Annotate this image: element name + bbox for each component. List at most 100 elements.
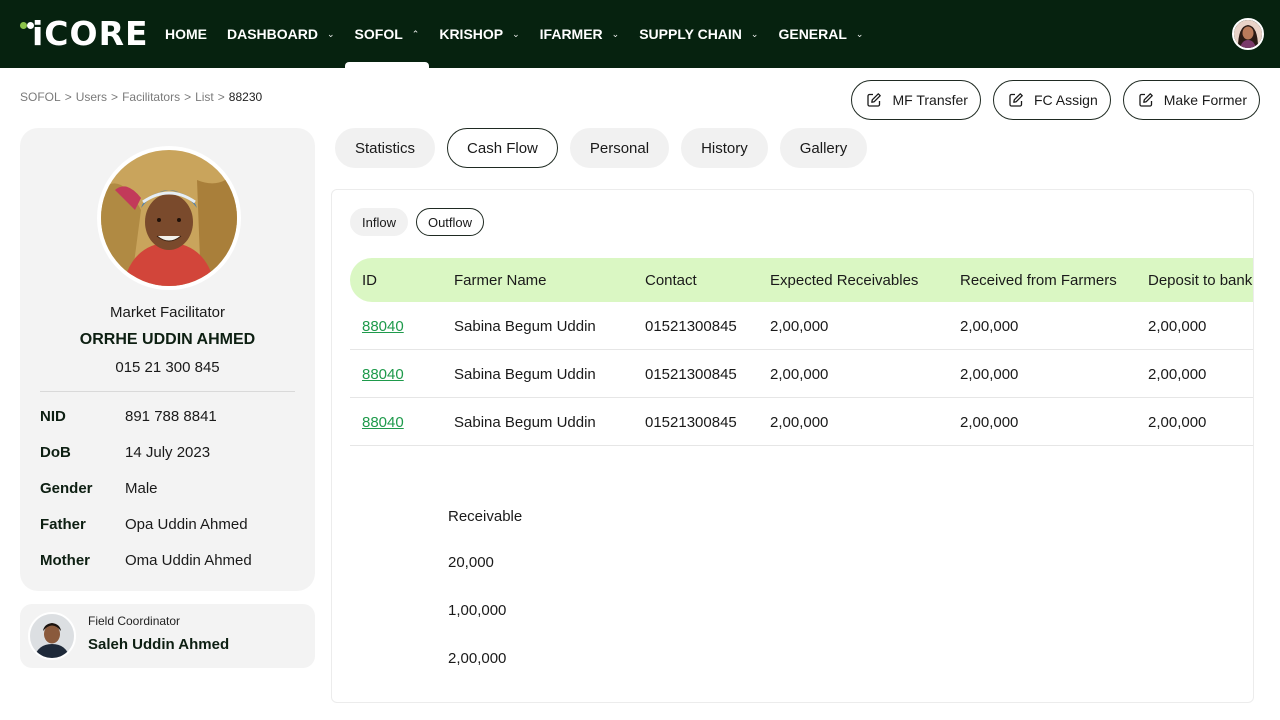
row-farmer-name: Sabina Begum Uddin — [454, 413, 596, 431]
profile-photo — [97, 146, 241, 290]
coordinator-name: Saleh Uddin Ahmed — [88, 636, 230, 653]
tab-gallery[interactable]: Gallery — [779, 128, 868, 168]
edit-icon — [1009, 93, 1023, 107]
breadcrumb-users[interactable]: Users — [76, 90, 107, 104]
breadcrumb-current: 88230 — [228, 90, 263, 104]
mf-transfer-label: MF Transfer — [892, 92, 968, 108]
chevron-down-icon: ⌄ — [855, 28, 864, 39]
father-label: Father — [40, 515, 86, 533]
fc-assign-label: FC Assign — [1033, 92, 1098, 108]
tab-statistics[interactable]: Statistics — [335, 128, 436, 168]
logo-mark — [20, 18, 34, 50]
chevron-down-icon: ⌄ — [611, 28, 620, 39]
dob-label: DoB — [40, 443, 71, 461]
dob-value: 14 July 2023 — [125, 443, 211, 461]
column-header-farmer-name[interactable]: Farmer Name — [454, 258, 547, 302]
breadcrumb-facilitators[interactable]: Facilitators — [122, 90, 180, 104]
top-navbar: iCORE HOME DASHBOARD ⌄ SOFOL ⌃ KRISHOP ⌄ IF… — [0, 0, 1280, 68]
gender-label: Gender — [40, 479, 93, 497]
profile-role: Market Facilitator — [109, 304, 226, 321]
row-contact: 01521300845 — [645, 365, 737, 383]
info-row-dob: DoB 14 July 2023 — [40, 442, 210, 462]
action-buttons: MF Transfer FC Assign Make Former — [851, 80, 1260, 120]
chevron-down-icon: ⌄ — [327, 28, 335, 39]
profile-name: ORRHE UDDIN AHMED — [79, 331, 256, 348]
nav-home[interactable]: HOME — [155, 0, 217, 68]
row-id-link[interactable]: 88040 — [362, 302, 404, 350]
column-header-id[interactable]: ID — [362, 258, 377, 302]
profile-divider — [40, 391, 295, 392]
nid-label: NID — [40, 407, 66, 425]
nav-dashboard[interactable]: DASHBOARD ⌄ — [217, 0, 345, 68]
edit-icon — [867, 93, 882, 107]
breadcrumb-separator: > — [184, 90, 192, 104]
row-expected-receivables: 2,00,000 — [770, 365, 829, 383]
subtab-outflow[interactable]: Outflow — [415, 208, 485, 236]
nav-supply-chain[interactable]: SUPPLY CHAIN ⌄ — [629, 0, 768, 68]
coordinator-role: Field Coordinator — [88, 614, 181, 628]
row-expected-receivables: 2,00,000 — [770, 317, 829, 335]
breadcrumb-sofol[interactable]: SOFOL — [20, 90, 61, 104]
row-farmer-name: Sabina Begum Uddin — [454, 317, 596, 335]
nav-krishop-label: KRISHOP — [439, 26, 504, 42]
column-header-expected-receivables[interactable]: Expected Receivables — [770, 258, 918, 302]
receivable-value: 1,00,000 — [448, 602, 507, 619]
tab-personal[interactable]: Personal — [569, 128, 670, 168]
mother-label: Mother — [40, 551, 90, 569]
nav-ifarmer[interactable]: IFARMER ⌄ — [530, 0, 630, 68]
nav-krishop[interactable]: KRISHOP ⌄ — [429, 0, 529, 68]
receivable-value: 2,00,000 — [448, 650, 507, 667]
cash-flow-panel: Inflow Outflow ID Farmer Name Contact Ex… — [331, 189, 1254, 703]
table-row: 88040 Sabina Begum Uddin 01521300845 2,0… — [350, 398, 1253, 446]
icore-logo[interactable]: iCORE — [20, 14, 149, 53]
profile-card: Market Facilitator ORRHE UDDIN AHMED 015… — [20, 128, 315, 591]
info-row-mother: Mother Oma Uddin Ahmed — [40, 550, 252, 570]
make-former-button[interactable]: Make Former — [1122, 80, 1260, 120]
profile-phone: 015 21 300 845 — [115, 359, 220, 376]
nav-general[interactable]: GENERAL ⌄ — [768, 0, 873, 68]
profile-tabs: Statistics Cash Flow Personal History Ga… — [335, 128, 868, 168]
main-menu: HOME DASHBOARD ⌄ SOFOL ⌃ KRISHOP ⌄ IFARMER ⌄… — [155, 0, 873, 68]
breadcrumb-separator: > — [64, 90, 72, 104]
column-header-contact[interactable]: Contact — [645, 258, 697, 302]
edit-icon — [1139, 93, 1153, 107]
row-deposit-to-bank: 2,00,000 — [1148, 413, 1207, 431]
tab-history[interactable]: History — [681, 128, 768, 168]
table-row: 88040 Sabina Begum Uddin 01521300845 2,0… — [350, 302, 1253, 350]
row-received-from-farmers: 2,00,000 — [960, 365, 1019, 383]
breadcrumb-separator: > — [111, 90, 119, 104]
row-id-link[interactable]: 88040 — [362, 350, 404, 398]
nav-sofol[interactable]: SOFOL ⌃ — [344, 0, 430, 68]
row-contact: 01521300845 — [645, 413, 737, 431]
subtab-inflow[interactable]: Inflow — [350, 208, 408, 236]
coordinator-avatar — [28, 612, 76, 660]
fc-assign-button[interactable]: FC Assign — [992, 80, 1111, 120]
nav-home-label: HOME — [165, 26, 207, 42]
mf-transfer-button[interactable]: MF Transfer — [851, 80, 981, 120]
table-row: 88040 Sabina Begum Uddin 01521300845 2,0… — [350, 350, 1253, 398]
tab-cash-flow[interactable]: Cash Flow — [447, 128, 558, 168]
nav-sofol-label: SOFOL — [354, 26, 403, 42]
column-header-received-from-farmers[interactable]: Received from Farmers — [960, 258, 1117, 302]
row-received-from-farmers: 2,00,000 — [960, 413, 1019, 431]
info-row-nid: NID 891 788 8841 — [40, 406, 217, 426]
info-row-father: Father Opa Uddin Ahmed — [40, 514, 248, 534]
nav-supply-chain-label: SUPPLY CHAIN — [639, 26, 742, 42]
breadcrumb-separator: > — [217, 90, 225, 104]
breadcrumb-list[interactable]: List — [195, 90, 214, 104]
row-expected-receivables: 2,00,000 — [770, 413, 829, 431]
logo-text: iCORE — [32, 14, 149, 53]
user-avatar[interactable] — [1232, 18, 1264, 50]
mother-value: Oma Uddin Ahmed — [125, 551, 252, 569]
receivable-value: 20,000 — [448, 554, 494, 571]
row-deposit-to-bank: 2,00,000 — [1148, 317, 1207, 335]
nid-value: 891 788 8841 — [125, 407, 217, 425]
receivable-label: Receivable — [448, 508, 523, 525]
chevron-down-icon: ⌄ — [512, 28, 520, 39]
chevron-up-icon: ⌃ — [411, 28, 420, 39]
row-farmer-name: Sabina Begum Uddin — [454, 365, 596, 383]
gender-value: Male — [125, 479, 158, 497]
column-header-deposit-to-bank[interactable]: Deposit to bank — [1148, 258, 1252, 302]
field-coordinator-card[interactable]: Field Coordinator Saleh Uddin Ahmed — [20, 604, 315, 668]
row-id-link[interactable]: 88040 — [362, 398, 404, 446]
